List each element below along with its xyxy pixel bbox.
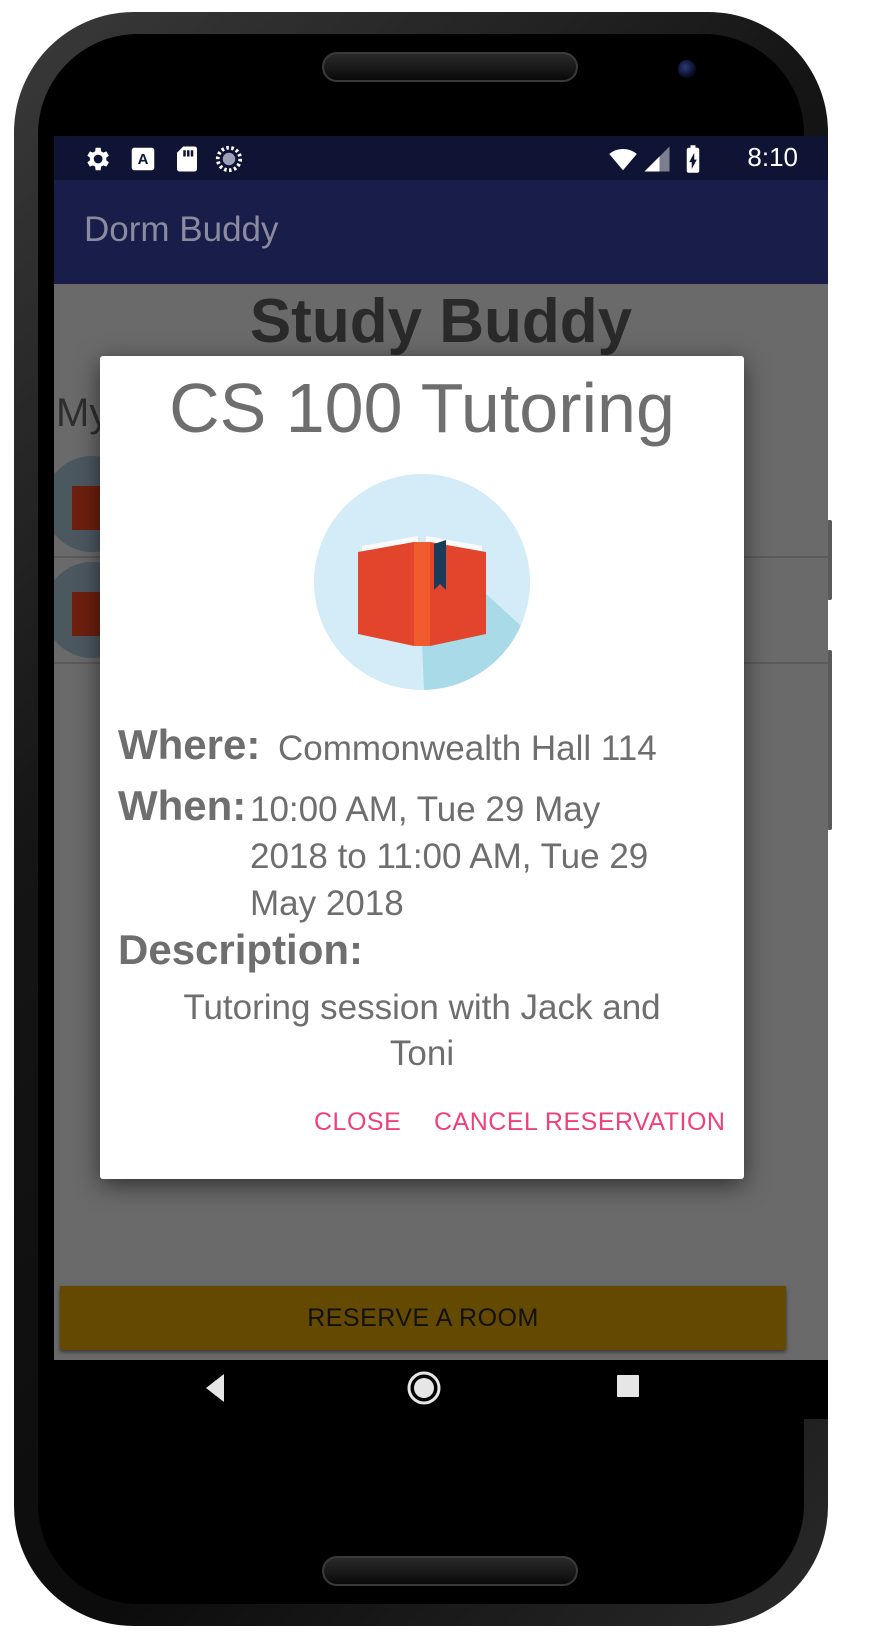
earpiece-speaker — [322, 52, 578, 82]
where-label: Where: — [118, 721, 261, 768]
when-label: When: — [118, 782, 247, 829]
navigation-bar — [54, 1360, 828, 1419]
battery-charging-icon — [686, 145, 700, 173]
description-label: Description: — [118, 926, 364, 973]
description-line: Tutoring session with Jack and — [183, 988, 661, 1027]
back-icon[interactable] — [202, 1370, 228, 1406]
spinner-icon — [215, 145, 243, 173]
page-title: Study Buddy — [249, 287, 633, 356]
clock: 8:10 — [747, 142, 798, 172]
sd-card-icon — [177, 146, 197, 172]
when-line: May 2018 — [250, 884, 404, 923]
dialog-title: CS 100 Tutoring — [169, 369, 675, 447]
when-line: 10:00 AM, Tue 29 May — [250, 790, 601, 829]
svg-text:A: A — [138, 151, 149, 168]
reserve-room-button[interactable]: RESERVE A ROOM — [60, 1286, 786, 1350]
app-bar: Dorm Buddy — [54, 180, 828, 284]
cancel-reservation-button[interactable]: CANCEL RESERVATION — [434, 1108, 725, 1137]
where-value: Commonwealth Hall 114 — [278, 729, 657, 768]
description-text: Tutoring session with Jack and Toni — [130, 985, 714, 1077]
close-button[interactable]: CLOSE — [314, 1108, 401, 1137]
cell-signal-icon — [644, 146, 670, 172]
gear-icon — [87, 147, 109, 171]
wifi-icon — [609, 149, 637, 171]
screen: A 8:10 Dorm Buddy Study Buddy My RESERVE — [54, 136, 828, 1419]
event-dialog: CS 100 Tutoring Where: Commonwealth Hall… — [100, 356, 744, 1179]
when-value: 10:00 AM, Tue 29 May 2018 to 11:00 AM, T… — [250, 786, 648, 927]
front-camera — [678, 60, 696, 78]
home-icon[interactable] — [404, 1368, 444, 1408]
bottom-speaker — [322, 1556, 578, 1586]
description-line: Toni — [389, 1034, 455, 1073]
book-icon — [314, 474, 530, 690]
app-title: Dorm Buddy — [84, 210, 279, 249]
status-bar: A 8:10 — [54, 136, 828, 180]
recents-icon[interactable] — [614, 1372, 642, 1400]
a-keyboard-icon: A — [131, 147, 155, 171]
when-line: 2018 to 11:00 AM, Tue 29 — [250, 837, 649, 876]
